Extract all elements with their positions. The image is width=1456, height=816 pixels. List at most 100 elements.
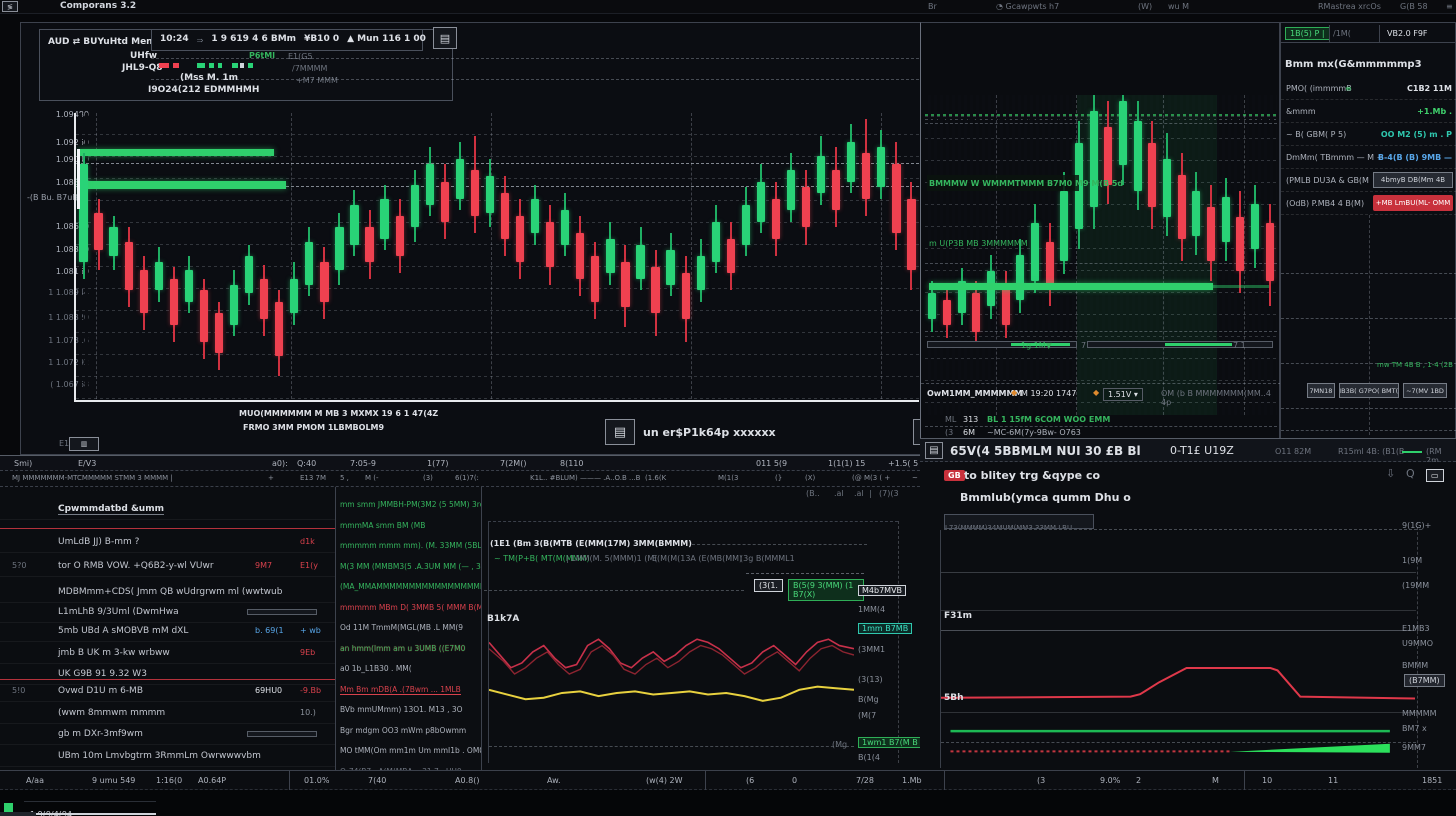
strategy-green-mark [1402,451,1422,453]
column-header-cell[interactable]: +1.5( 5 [888,459,918,468]
progress-bar-1[interactable] [927,341,1077,348]
titlebar-item[interactable]: RMastrea xrcOs [1318,2,1381,11]
row-label: UmLdB JJ) B-mm ? [58,537,139,547]
row-progress[interactable] [247,609,317,615]
toolbar-item[interactable]: (} [775,474,782,482]
row-value-1: 69HU0 [255,686,282,695]
table-row[interactable]: UmLdB JJ) B-mm ?d1k [0,533,335,553]
candle-body [1046,242,1054,287]
column-header-cell[interactable]: 7(2M() [500,459,526,468]
strategy-window-icon[interactable]: ▤ [925,442,943,459]
candlestick-chart[interactable] [76,113,919,399]
candle-body [365,227,373,261]
order-row-label: DmMm( TBmmm — M + [1286,153,1383,162]
trade-panel-icon[interactable]: ▤ [605,419,635,445]
table-row[interactable]: UBm 10m Lmvbgtrm 3RmmLm Owrwwwvbm [0,747,335,767]
modify-order-button[interactable]: 4bmyB DB(Mm 4B [1373,172,1453,188]
titlebar-item[interactable]: wu M [1168,2,1189,11]
row-value-2: -9.Bb [300,686,321,695]
titlebar-item[interactable]: ≡ [1446,2,1453,11]
spark-bottomline [151,79,919,80]
toolbar-item[interactable]: MJ MMMMMMM-MTCMMMMM STMM 3 MMMM | [12,474,173,482]
trade-panel-label[interactable]: un er$P1k64p xxxxxx [643,427,776,439]
axis-tick: A/aa [26,776,44,785]
toolbar-item[interactable]: (X) [805,474,815,482]
axis-label: 9MM7 [1402,743,1426,752]
candle-body [411,185,419,228]
toolbar-item[interactable]: K1L.. #BLUM) ——— .A..O.B ...B [530,474,640,482]
titlebar-item[interactable]: G(B 58 [1400,2,1428,11]
order-header-cell1[interactable]: 1B(5) P | [1285,27,1330,40]
table-row[interactable]: 5!0Ovwd D1U m 6-MB69HU0-9.Bb [0,682,335,702]
toolbar-item[interactable]: (3) [423,474,433,482]
order-row[interactable]: (PMLB DU3A & GB(M4bmyB DB(Mm 4B [1281,169,1456,192]
column-header-cell[interactable]: Smi) [14,459,32,468]
row-value-1: b. 69(1 [255,626,284,635]
column-header-cell[interactable]: Q:40 [297,459,316,468]
mid-info-select[interactable]: 1.51V ▾ [1103,388,1143,401]
order-row-value: B-4(B (B) 9MB — [1378,153,1452,162]
column-header-cell[interactable]: 011 5(9 [756,459,787,468]
table-row[interactable]: gb m DXr-3mf9wm [0,725,335,745]
column-header-cell[interactable]: 1(77) [427,459,449,468]
table-row[interactable]: (wwm 8mmwm mmmm10.) [0,704,335,724]
candle-body [456,159,464,199]
spark-mark [232,63,238,68]
table-row[interactable]: L1mLhB 9/3Uml (DwmHwa [0,603,335,623]
panel-button[interactable]: ~7(MV 1BD [1403,383,1447,398]
candle-body [847,142,855,182]
toolbar-item[interactable]: M (- [365,474,379,482]
row-progress[interactable] [247,731,317,737]
log-line: mmmMA smm BM (MB [340,521,425,530]
footer-corner-box[interactable]: ▥ [69,437,99,451]
toolbar-item[interactable]: (1.6(K [645,474,666,482]
candle-body [1104,127,1112,185]
candle-body [666,250,674,284]
axis-tick: 01.0% [304,776,329,785]
candle-body [1119,101,1127,165]
toolbar-item[interactable]: E13 7M [300,474,326,482]
mid-r2a: ML [945,415,956,424]
table-row[interactable]: jmb B UK m 3-kw wrbww9Eb [0,644,335,664]
column-header-cell[interactable]: E/V3 [78,459,96,468]
order-buttons: 7MN18 RMB3B( G7PO( BMT(m) ~7(MV 1BD [1281,383,1456,401]
titlebar-item[interactable]: ◔ Gcawpwts h7 [996,2,1059,11]
candle-body [170,279,178,325]
spark-mark [173,63,179,68]
taskbar-item-label: 1 9(9/4(94 [30,810,72,816]
gridline-h [925,426,1277,427]
strategy-i1: O11 82M [1275,447,1311,456]
column-header-cell[interactable]: a0): [272,459,288,468]
log-line: Bgr mdgm OO3 mWm p8bOwmm [340,726,466,735]
table-row[interactable]: MDBMmm+CDS( Jmm QB wUdrgrwm ml (wwtwub [0,583,335,603]
table-row[interactable]: 5?0tor O RMB VOW. +Q6B2-y-wl VUwr9M7E1(y [0,557,335,577]
axis-label: E1MB3 [1402,624,1430,633]
column-header-cell[interactable]: 7:05-9 [350,459,376,468]
taskbar-item[interactable]: 1 9(9/4(94 [24,801,156,815]
spark-mark [218,63,222,68]
toolbar-item[interactable]: M(1(3 [718,474,738,482]
toolbar-item[interactable]: 6(1)7(: [455,474,479,482]
order-row[interactable]: DmMm( TBmmm — M +B-4(B (B) 9MB — [1281,146,1456,169]
close-order-button[interactable]: +MB LmBU(ML- OMM [1373,195,1453,211]
strategy-symbol-title: 65V(4 5BBMLM NUI 30 £B Bl [950,444,1141,458]
order-row[interactable]: &mmm+1.Mb . [1281,100,1456,123]
table-row[interactable]: Cpwmmdatbd &umm [0,500,335,520]
time-axis-bar[interactable]: A/aa9 umu 5491:16(0A0.64P01.0%7(40A0.8()… [0,770,1456,790]
table-row[interactable]: 5mb UBd A sMOBVB mM dXLb. 69(1+ wb [0,622,335,642]
column-header-cell[interactable]: 8(110 [560,459,583,468]
toolbar-item[interactable]: + [268,474,274,482]
panel-button[interactable]: 7MN18 [1307,383,1335,398]
candle-body [486,176,494,213]
log-line: mmmmm mmm mm). (M. 33MM (5BL A(71B [340,541,481,550]
column-header-cell[interactable]: 1(1(1) 15 [828,459,865,468]
order-row[interactable]: (OdB) P.MB4 4 B(M)+MB LmBU(ML- OMM [1281,192,1456,215]
titlebar-item[interactable]: (W) [1138,2,1152,11]
titlebar-item[interactable]: Br [928,2,937,11]
toolbar-item[interactable]: (@ M(3 ( + [852,474,890,482]
second-candlestick-chart[interactable] [925,95,1277,415]
order-row[interactable]: ~ B( GBM( P 5)OO M2 (5) m . P [1281,123,1456,146]
toolbar-item[interactable]: 5 , [340,474,349,482]
order-row[interactable]: PMO( (immmmB≡C1B2 11M [1281,77,1456,100]
panel-button[interactable]: RMB3B( G7PO( BMT(m) [1339,383,1399,398]
